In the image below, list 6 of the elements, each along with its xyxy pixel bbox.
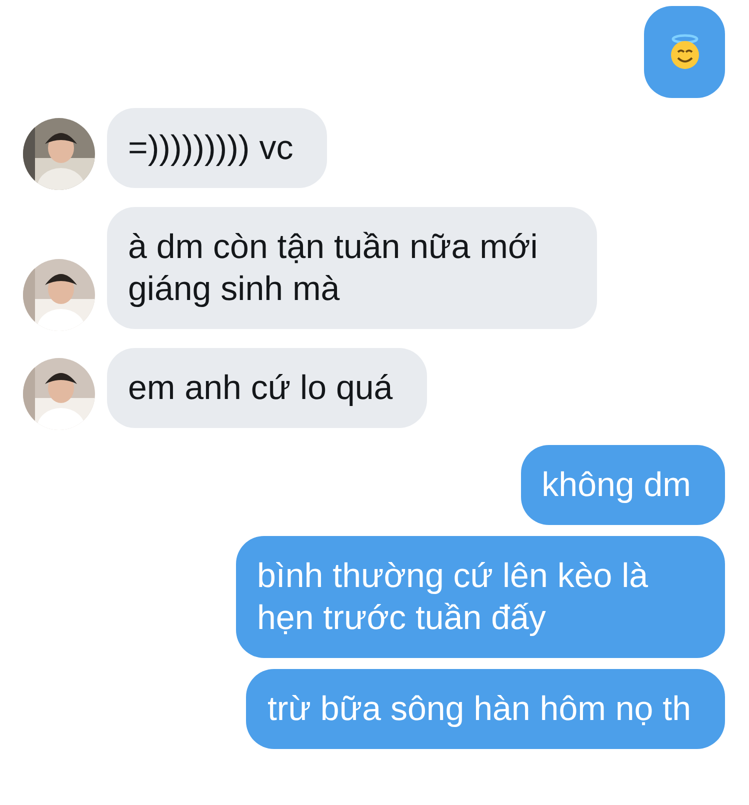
- message-bubble: không dm: [520, 445, 725, 525]
- message-bubble: em anh cứ lo quá: [107, 348, 427, 428]
- message-bubble: bình thường cứ lên kèo là hẹn trước tuần đấy: [236, 536, 725, 658]
- message-bubble: trừ bữa sông hàn hôm nọ th: [246, 669, 725, 749]
- message-bubble: à dm còn tận tuần nữa mới giáng sinh mà: [107, 207, 597, 329]
- message-bubble: =))))))))) vc: [107, 108, 328, 188]
